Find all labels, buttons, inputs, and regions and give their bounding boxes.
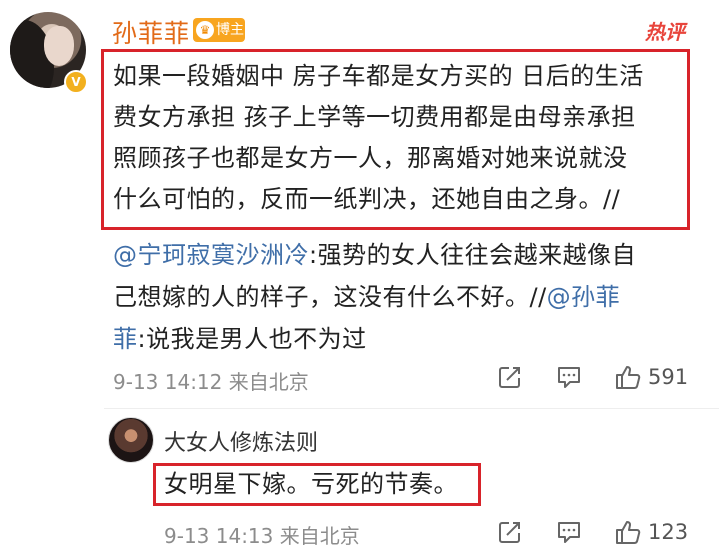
reply-text: 女明星下嫁。亏死的节奏。	[164, 470, 458, 498]
like-icon	[616, 521, 641, 544]
reply-meta: 9-13 14:13 来自北京	[164, 524, 360, 548]
comment-line: 照顾孩子也都是女方一人，那离婚对她来说就没	[113, 144, 628, 172]
like-count: 123	[648, 520, 689, 544]
comment-meta: 9-13 14:12 来自北京	[113, 370, 309, 394]
blogger-badge: ♛ 博主	[193, 18, 245, 42]
repost-text: 己想嫁的人的样子，这没有什么不好。//	[113, 283, 547, 311]
verified-icon: V	[64, 70, 88, 94]
reply-avatar[interactable]	[108, 417, 154, 463]
comment-button[interactable]	[555, 360, 583, 394]
reply-like-button[interactable]: 123	[614, 515, 688, 549]
avatar-face	[44, 26, 74, 66]
repost-chain: @宁珂寂寞沙洲冷:强势的女人往往会越来越像自 己想嫁的人的样子，这没有什么不好。…	[113, 234, 688, 360]
repost-text: :强势的女人往往会越来越像自	[309, 241, 637, 269]
divider	[104, 408, 719, 409]
reply-share-button[interactable]	[496, 515, 524, 549]
share-icon	[499, 367, 520, 388]
comment-line: 费女方承担 孩子上学等一切费用都是由母亲承担	[113, 103, 636, 131]
like-icon	[616, 366, 641, 389]
crown-icon: ♛	[196, 21, 214, 39]
share-icon	[499, 522, 520, 543]
mention-link[interactable]: 菲	[113, 325, 138, 353]
share-button[interactable]	[496, 360, 524, 394]
comment-line: 什么可怕的，反而一纸判决，还她自由之身。//	[113, 185, 621, 213]
username[interactable]: 孙菲菲	[112, 14, 190, 50]
reply-username[interactable]: 大女人修炼法则	[164, 425, 318, 457]
like-count: 591	[648, 365, 689, 389]
repost-text: :说我是男人也不为过	[137, 325, 367, 353]
comment-icon	[558, 367, 580, 388]
mention-link[interactable]: @孙菲	[547, 283, 621, 311]
mention-link[interactable]: @宁珂寂寞沙洲冷	[113, 241, 309, 269]
badge-label: 博主	[216, 22, 244, 38]
comment-icon	[558, 522, 580, 543]
reply-comment-button[interactable]	[555, 515, 583, 549]
like-button[interactable]: 591	[614, 360, 688, 394]
comment-text: 如果一段婚姻中 房子车都是女方买的 日后的生活 费女方承担 孩子上学等一切费用都…	[113, 56, 685, 220]
comment-line: 如果一段婚姻中 房子车都是女方买的 日后的生活	[113, 62, 644, 90]
hot-comment-tag: 热评	[645, 20, 685, 44]
